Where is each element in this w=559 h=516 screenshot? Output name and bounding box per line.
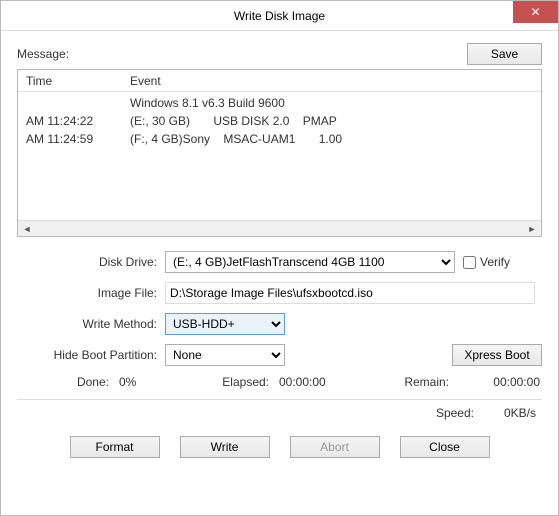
close-icon: ✕ [530, 5, 540, 19]
speed-row: Speed: 0KB/s [17, 406, 542, 420]
xpress-boot-button[interactable]: Xpress Boot [452, 344, 542, 366]
log-time: AM 11:24:22 [18, 114, 126, 128]
separator [17, 399, 542, 400]
log-header-time[interactable]: Time [18, 74, 126, 88]
elapsed-label: Elapsed: [179, 375, 269, 389]
message-label: Message: [17, 47, 69, 61]
disk-drive-label: Disk Drive: [17, 255, 165, 269]
verify-checkbox-wrap[interactable]: Verify [463, 255, 510, 269]
save-button[interactable]: Save [467, 43, 542, 65]
hide-boot-select[interactable]: None [165, 344, 285, 366]
log-event: (F:, 4 GB)Sony MSAC-UAM1 1.00 [126, 132, 541, 146]
log-header: Time Event [18, 70, 541, 92]
log-header-event[interactable]: Event [126, 74, 541, 88]
abort-button: Abort [290, 436, 380, 458]
disk-drive-select[interactable]: (E:, 4 GB)JetFlashTranscend 4GB 1100 [165, 251, 455, 273]
titlebar: Write Disk Image ✕ [1, 1, 558, 31]
log-time: AM 11:24:59 [18, 132, 126, 146]
verify-label: Verify [480, 255, 510, 269]
verify-checkbox[interactable] [463, 256, 476, 269]
progress-stats: Done: 0% Elapsed: 00:00:00 Remain: 00:00… [17, 375, 542, 389]
write-method-select[interactable]: USB-HDD+ [165, 313, 285, 335]
scroll-right-icon[interactable]: ► [525, 223, 539, 235]
log-row[interactable]: Windows 8.1 v6.3 Build 9600 [18, 94, 541, 112]
log-row[interactable]: AM 11:24:22 (E:, 30 GB) USB DISK 2.0 PMA… [18, 112, 541, 130]
log-list: Time Event Windows 8.1 v6.3 Build 9600 A… [17, 69, 542, 237]
image-file-label: Image File: [17, 286, 165, 300]
hide-boot-label: Hide Boot Partition: [17, 348, 165, 362]
log-row[interactable]: AM 11:24:59 (F:, 4 GB)Sony MSAC-UAM1 1.0… [18, 130, 541, 148]
log-event: Windows 8.1 v6.3 Build 9600 [126, 96, 541, 110]
log-event: (E:, 30 GB) USB DISK 2.0 PMAP [126, 114, 541, 128]
scroll-left-icon[interactable]: ◄ [20, 223, 34, 235]
window-close-button[interactable]: ✕ [513, 1, 558, 23]
format-button[interactable]: Format [70, 436, 160, 458]
image-file-input[interactable] [165, 282, 535, 304]
dialog-window: Write Disk Image ✕ Message: Save Time Ev… [0, 0, 559, 516]
log-body: Windows 8.1 v6.3 Build 9600 AM 11:24:22 … [18, 92, 541, 220]
remain-value: 00:00:00 [449, 375, 540, 389]
elapsed-value: 00:00:00 [269, 375, 359, 389]
content-area: Message: Save Time Event Windows 8.1 v6.… [1, 31, 558, 515]
write-button[interactable]: Write [180, 436, 270, 458]
write-method-label: Write Method: [17, 317, 165, 331]
close-button[interactable]: Close [400, 436, 490, 458]
action-buttons: Format Write Abort Close [17, 436, 542, 458]
form-area: Disk Drive: (E:, 4 GB)JetFlashTranscend … [17, 251, 542, 389]
remain-label: Remain: [359, 375, 449, 389]
horizontal-scrollbar[interactable]: ◄ ► [18, 220, 541, 236]
speed-label: Speed: [436, 406, 474, 420]
done-value: 0% [109, 375, 179, 389]
window-title: Write Disk Image [234, 9, 325, 23]
done-label: Done: [19, 375, 109, 389]
speed-value: 0KB/s [504, 406, 536, 420]
